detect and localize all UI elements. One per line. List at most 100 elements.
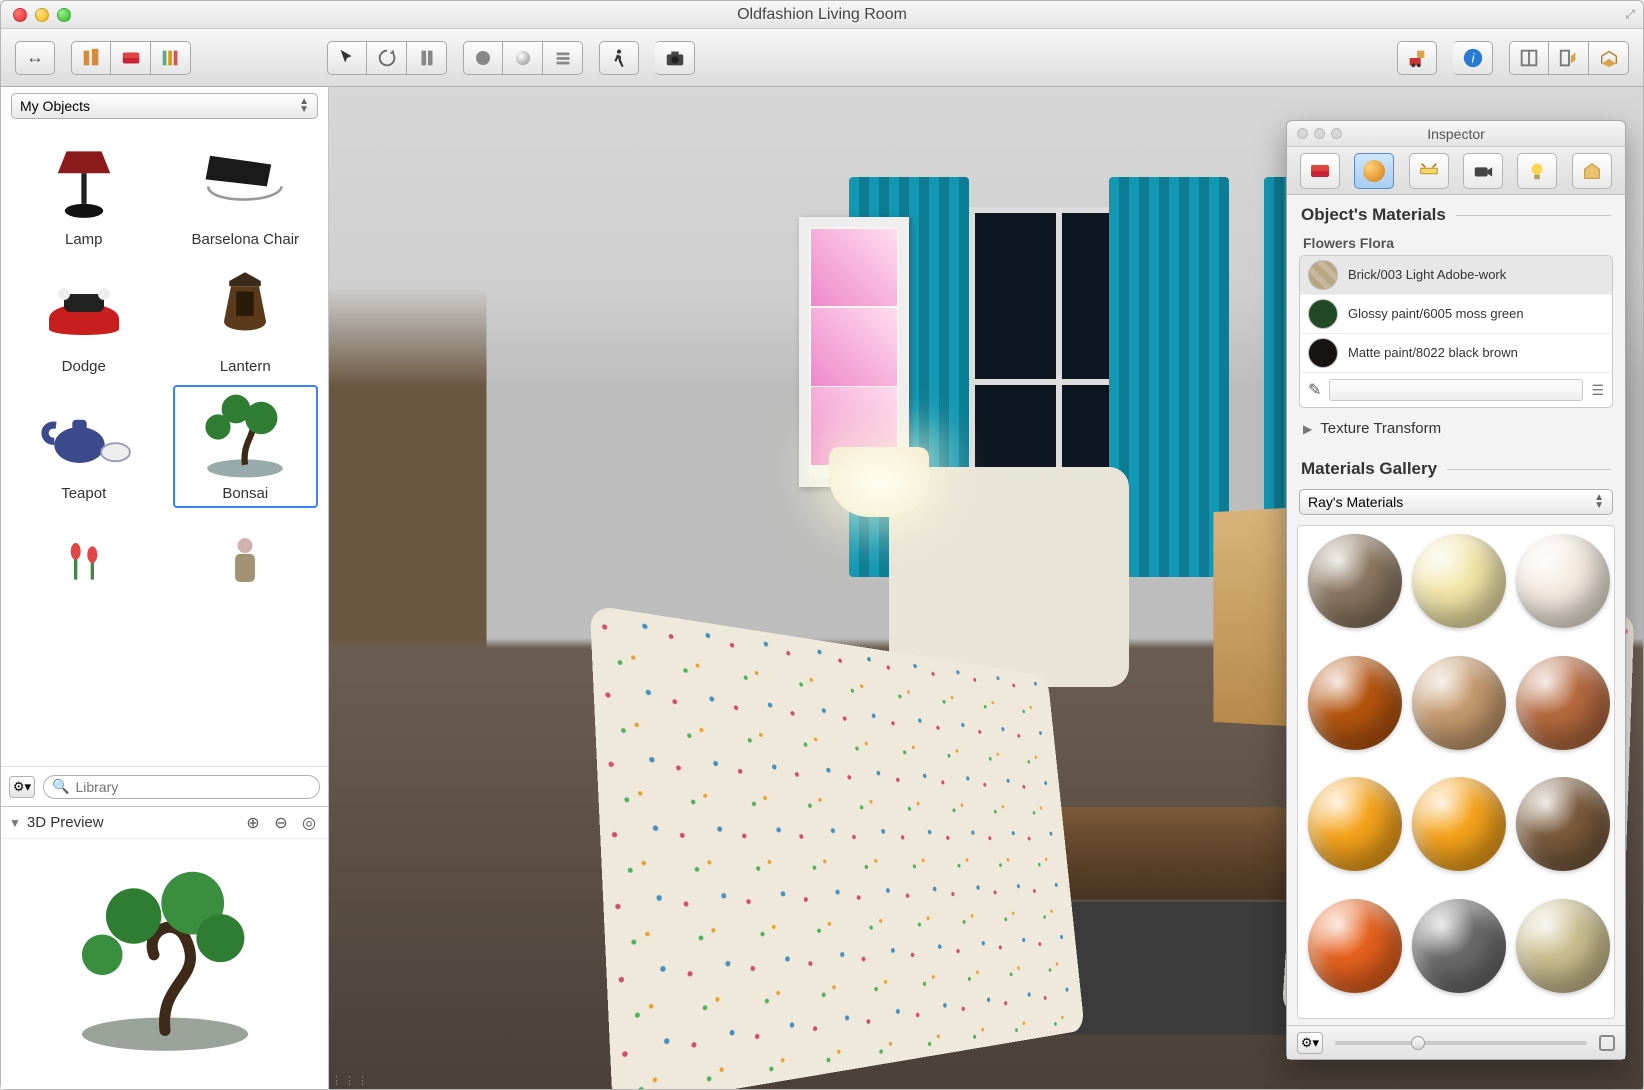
record-alt-button[interactable] [503, 41, 543, 75]
search-icon: 🔍 [52, 778, 69, 795]
car-icon [29, 264, 139, 354]
object-item-lamp[interactable]: Lamp [11, 131, 157, 254]
library-misc-button[interactable] [151, 41, 191, 75]
preview-disclosure[interactable]: ▼ [9, 816, 21, 830]
chevron-updown-icon: ▲▼ [1594, 494, 1604, 510]
pane-resize-handle[interactable]: ⋮⋮⋮ [331, 1074, 370, 1087]
tool-walls-button[interactable] [407, 41, 447, 75]
material-ball[interactable] [1516, 899, 1610, 993]
section-materials-gallery: Materials Gallery [1287, 449, 1625, 485]
material-ball[interactable] [1516, 656, 1610, 750]
object-category-label: My Objects [20, 98, 90, 114]
material-label: Glossy paint/6005 moss green [1348, 307, 1524, 322]
library-settings-button[interactable]: ⚙▾ [9, 776, 35, 798]
close-window-button[interactable] [13, 8, 27, 22]
eyedropper-icon[interactable]: ✎ [1308, 380, 1321, 400]
object-item-tulips[interactable] [11, 512, 157, 614]
inspector-tab-building[interactable] [1572, 153, 1612, 189]
info-button[interactable]: i [1453, 41, 1493, 75]
material-ball[interactable] [1412, 777, 1506, 871]
import-model-button[interactable] [1397, 41, 1437, 75]
minimize-window-button[interactable] [35, 8, 49, 22]
toggle-sidebar-button[interactable]: ↔ [15, 41, 55, 75]
inspector-tab-object[interactable] [1300, 153, 1340, 189]
inspector-panel: Inspector Object's Materials Flowers Flo… [1286, 120, 1626, 1060]
library-search[interactable]: 🔍 [43, 775, 320, 799]
library-furniture-button[interactable] [111, 41, 151, 75]
object-label: Lantern [220, 358, 271, 375]
preview-viewport[interactable] [1, 839, 328, 1089]
material-ball[interactable] [1412, 534, 1506, 628]
object-label: Dodge [62, 358, 106, 375]
fullscreen-icon[interactable]: ⤢ [1625, 7, 1635, 22]
material-label: Brick/003 Light Adobe-work [1348, 268, 1506, 283]
inspector-titlebar[interactable]: Inspector [1287, 121, 1625, 147]
object-item-dodge[interactable]: Dodge [11, 258, 157, 381]
object-item-barselona-chair[interactable]: Barselona Chair [173, 131, 319, 254]
thumbnail-large-icon [1599, 1035, 1615, 1051]
thumbnail-size-slider[interactable] [1335, 1041, 1587, 1045]
inspector-tab-measure[interactable] [1409, 153, 1449, 189]
material-ball[interactable] [1516, 777, 1610, 871]
tulips-icon [29, 518, 139, 608]
library-buildings-button[interactable] [71, 41, 111, 75]
view-2d-button[interactable] [1509, 41, 1549, 75]
walkthrough-button[interactable] [599, 41, 639, 75]
materials-gallery-grid [1297, 525, 1615, 1019]
view-3d-button[interactable] [1589, 41, 1629, 75]
main-toolbar: ↔ [1, 29, 1643, 87]
material-ball[interactable] [1308, 899, 1402, 993]
material-ball[interactable] [1308, 656, 1402, 750]
material-row[interactable]: Glossy paint/6005 moss green [1300, 295, 1612, 334]
material-ball[interactable] [1412, 656, 1506, 750]
objects-sidebar: My Objects ▲▼ Lamp Barselona Ch [1, 87, 329, 1089]
zoom-out-button[interactable]: ⊖ [270, 812, 292, 834]
person-icon [190, 518, 300, 608]
record-list-button[interactable] [543, 41, 583, 75]
material-ball[interactable] [1308, 777, 1402, 871]
material-ball[interactable] [1412, 899, 1506, 993]
list-menu-icon[interactable]: ☰ [1591, 382, 1604, 399]
object-label: Lamp [65, 231, 103, 248]
texture-transform-label: Texture Transform [1320, 420, 1441, 437]
object-category-select[interactable]: My Objects ▲▼ [11, 93, 318, 119]
texture-transform-disclosure[interactable]: ▶ Texture Transform [1287, 408, 1625, 449]
tool-select-button[interactable] [327, 41, 367, 75]
inspector-tab-lights[interactable] [1517, 153, 1557, 189]
material-swatch-icon [1308, 338, 1338, 368]
preview-title: 3D Preview [27, 814, 236, 831]
material-ball[interactable] [1516, 534, 1610, 628]
gallery-settings-button[interactable]: ⚙▾ [1297, 1032, 1323, 1054]
material-picker-field[interactable] [1329, 379, 1583, 401]
object-item-person[interactable] [173, 512, 319, 614]
material-picker-row: ✎ ☰ [1300, 373, 1612, 407]
object-label: Bonsai [222, 485, 268, 502]
object-label: Teapot [61, 485, 106, 502]
material-row[interactable]: Matte paint/8022 black brown [1300, 334, 1612, 373]
zoom-in-button[interactable]: ⊕ [242, 812, 264, 834]
record-button[interactable] [463, 41, 503, 75]
material-row[interactable]: Brick/003 Light Adobe-work [1300, 256, 1612, 295]
snapshot-button[interactable] [655, 41, 695, 75]
tool-rotate-button[interactable] [367, 41, 407, 75]
inspector-footer: ⚙▾ [1287, 1025, 1625, 1059]
library-search-input[interactable] [75, 779, 311, 795]
inspector-tab-camera[interactable] [1463, 153, 1503, 189]
titlebar: Oldfashion Living Room ⤢ [1, 1, 1643, 29]
object-item-bonsai[interactable]: Bonsai [173, 385, 319, 508]
material-swatch-icon [1308, 260, 1338, 290]
object-item-lantern[interactable]: Lantern [173, 258, 319, 381]
zoom-fit-button[interactable]: ◎ [298, 812, 320, 834]
object-item-teapot[interactable]: Teapot [11, 385, 157, 508]
inspector-tabs [1287, 147, 1625, 195]
object-label: Barselona Chair [191, 231, 299, 248]
inspector-tab-materials[interactable] [1354, 153, 1394, 189]
inspector-title: Inspector [1287, 126, 1625, 142]
gallery-category-select[interactable]: Ray's Materials ▲▼ [1299, 489, 1613, 515]
view-2d3d-button[interactable] [1549, 41, 1589, 75]
traffic-lights [1, 8, 71, 22]
zoom-window-button[interactable] [57, 8, 71, 22]
material-ball[interactable] [1308, 534, 1402, 628]
lamp-icon [29, 137, 139, 227]
lantern-icon [190, 264, 300, 354]
